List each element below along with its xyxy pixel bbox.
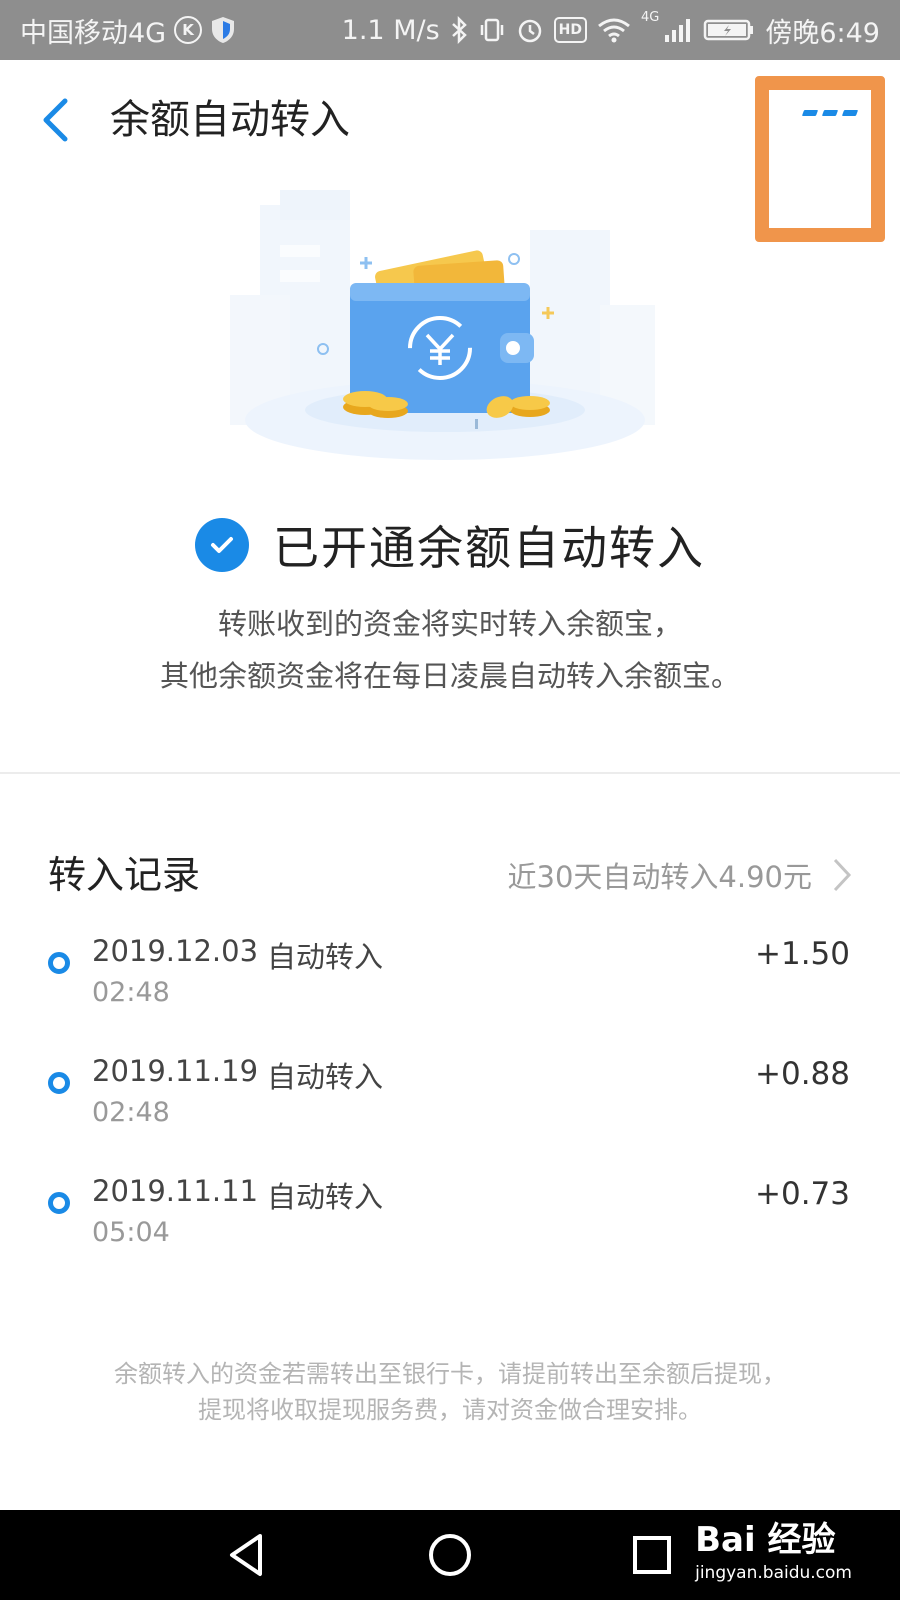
nav-home-icon[interactable] bbox=[425, 1530, 475, 1580]
record-item[interactable]: 2019.11.19 自动转入 02:48 +0.88 bbox=[0, 1050, 900, 1170]
status-description: 转账收到的资金将实时转入余额宝， 其他余额资金将在每日凌晨自动转入余额宝。 bbox=[0, 598, 900, 702]
status-headline-row: 已开通余额自动转入 bbox=[0, 510, 900, 580]
signal-icon bbox=[665, 19, 691, 42]
bluetooth-icon bbox=[451, 16, 467, 44]
system-nav-bar: Bai 经验 jingyan.baidu.com bbox=[0, 1510, 900, 1600]
record-time: 02:48 bbox=[92, 977, 170, 1008]
watermark-url: jingyan.baidu.com bbox=[695, 1563, 852, 1583]
record-amount: +0.73 bbox=[755, 1176, 850, 1212]
section-divider bbox=[0, 772, 900, 774]
status-headline: 已开通余额自动转入 bbox=[273, 521, 705, 575]
status-bar-left: 中国移动4G K bbox=[20, 0, 236, 60]
record-item[interactable]: 2019.12.03 自动转入 02:48 +1.50 bbox=[0, 930, 900, 1050]
record-date: 2019.11.11 bbox=[92, 1174, 259, 1208]
records-header: 转入记录 近30天自动转入4.90元 bbox=[0, 840, 900, 910]
clock: 傍晚6:49 bbox=[765, 17, 880, 49]
wallet-illustration bbox=[230, 190, 655, 460]
vibrate-icon bbox=[480, 18, 503, 42]
record-time: 02:48 bbox=[92, 1097, 170, 1128]
chevron-right-icon bbox=[833, 858, 852, 892]
shield-icon bbox=[212, 17, 235, 43]
status-bar-right: 1.1 M/s HD 4G 傍晚6:49 bbox=[342, 0, 880, 60]
hd-icon: HD bbox=[553, 17, 587, 43]
record-type: 自动转入 bbox=[267, 1180, 384, 1214]
record-dot-icon bbox=[48, 952, 70, 974]
record-list: 2019.12.03 自动转入 02:48 +1.50 2019.11.19 自… bbox=[0, 930, 900, 1290]
record-dot-icon bbox=[48, 1072, 70, 1094]
record-date: 2019.12.03 bbox=[92, 934, 259, 968]
baidu-jingyan-watermark: Bai 经验 jingyan.baidu.com bbox=[695, 1518, 852, 1584]
carrier-label: 中国移动4G bbox=[20, 17, 167, 49]
carrier-badge-icon: K bbox=[174, 16, 203, 44]
footnote: 余额转入的资金若需转出至银行卡，请提前转出至余额后提现， 提现将收取提现服务费，… bbox=[0, 1356, 900, 1428]
records-summary-text: 近30天自动转入4.90元 bbox=[507, 860, 812, 894]
header: 余额自动转入 bbox=[0, 60, 900, 242]
nav-recents-icon[interactable] bbox=[627, 1530, 677, 1580]
watermark-logo: Bai 经验 bbox=[695, 1520, 836, 1560]
record-dot-icon bbox=[48, 1192, 70, 1214]
network-type: 4G bbox=[641, 10, 660, 25]
footnote-line-1: 余额转入的资金若需转出至银行卡，请提前转出至余额后提现， bbox=[114, 1360, 786, 1388]
back-button[interactable] bbox=[30, 90, 80, 150]
check-icon bbox=[195, 518, 249, 572]
status-description-line-1: 转账收到的资金将实时转入余额宝， bbox=[217, 607, 682, 641]
battery-icon bbox=[704, 19, 754, 41]
record-item[interactable]: 2019.11.11 自动转入 05:04 +0.73 bbox=[0, 1170, 900, 1290]
record-type: 自动转入 bbox=[267, 940, 384, 974]
record-type: 自动转入 bbox=[267, 1060, 384, 1094]
network-speed: 1.1 M/s bbox=[341, 14, 440, 46]
status-description-line-2: 其他余额资金将在每日凌晨自动转入余额宝。 bbox=[159, 659, 740, 693]
record-date: 2019.11.19 bbox=[92, 1054, 259, 1088]
back-arrow-icon bbox=[43, 98, 68, 142]
footnote-line-2: 提现将收取提现服务费，请对资金做合理安排。 bbox=[198, 1396, 702, 1424]
wifi-icon bbox=[598, 18, 630, 43]
alarm-icon bbox=[518, 19, 541, 43]
records-title: 转入记录 bbox=[48, 853, 201, 897]
page-title: 余额自动转入 bbox=[110, 97, 350, 143]
more-icon bbox=[801, 110, 859, 116]
record-time: 05:04 bbox=[92, 1217, 170, 1248]
record-amount: +1.50 bbox=[755, 936, 850, 972]
status-bar: 中国移动4G K 1.1 M/s HD 4G 傍晚6:49 bbox=[0, 0, 900, 60]
more-button[interactable] bbox=[755, 76, 885, 242]
record-amount: +0.88 bbox=[755, 1056, 850, 1092]
nav-back-icon[interactable] bbox=[222, 1530, 272, 1580]
records-summary-link[interactable]: 近30天自动转入4.90元 bbox=[508, 840, 852, 910]
